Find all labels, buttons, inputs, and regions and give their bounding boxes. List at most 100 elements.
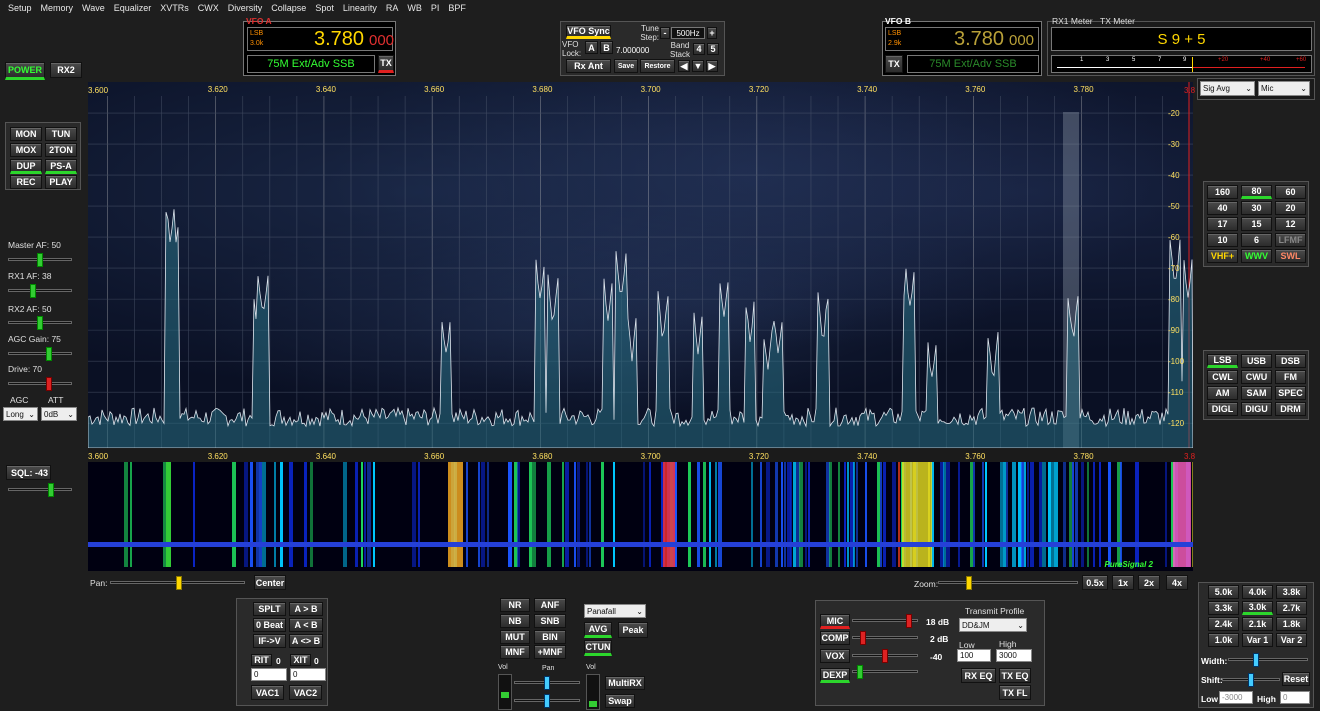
mode-button[interactable]: DSB <box>1275 354 1306 368</box>
sql-button[interactable]: SQL: -43 <box>6 465 51 480</box>
tun-button[interactable]: TUN <box>45 127 77 141</box>
band-button[interactable]: 15 <box>1241 217 1272 231</box>
band-button[interactable]: 20 <box>1275 201 1306 215</box>
rx-ant-button[interactable]: Rx Ant <box>566 59 611 73</box>
zoom-1x-button[interactable]: 1x <box>1112 575 1134 590</box>
filter-button[interactable]: 1.8k <box>1276 617 1307 631</box>
tx-low-input[interactable]: 100 <box>957 649 991 662</box>
filter-button[interactable]: 4.0k <box>1242 585 1273 599</box>
rx1-af-slider[interactable] <box>8 284 72 298</box>
filter-button[interactable]: 1.0k <box>1208 633 1239 647</box>
mode-button[interactable]: DRM <box>1275 402 1306 416</box>
bin-button[interactable]: BIN <box>534 630 566 644</box>
avg-button[interactable]: AVG <box>584 622 612 638</box>
band-button[interactable]: WWV <box>1241 249 1272 263</box>
menu-wb[interactable]: WB <box>407 3 422 13</box>
band-button[interactable]: SWL <box>1275 249 1306 263</box>
psa-button[interactable]: PS-A <box>45 159 77 174</box>
filter-button[interactable]: 5.0k <box>1208 585 1239 599</box>
tx-high-input[interactable]: 3000 <box>996 649 1032 662</box>
band-button[interactable]: 6 <box>1241 233 1272 247</box>
menu-setup[interactable]: Setup <box>8 3 32 13</box>
shift-slider[interactable] <box>1222 673 1280 687</box>
rit-button[interactable]: RIT <box>251 654 272 666</box>
mode-button[interactable]: USB <box>1241 354 1272 368</box>
if-to-v-button[interactable]: IF->V <box>253 634 286 648</box>
mode-button[interactable]: DIGU <box>1241 402 1272 416</box>
nb-button[interactable]: NB <box>500 614 530 628</box>
band-button[interactable]: VHF+ <box>1207 249 1238 263</box>
filter-button[interactable]: Var 2 <box>1276 633 1307 647</box>
power-button[interactable]: POWER <box>5 62 45 80</box>
width-slider[interactable] <box>1228 653 1308 667</box>
swap-ab-button[interactable]: A <> B <box>289 634 323 648</box>
menu-cwx[interactable]: CWX <box>198 3 219 13</box>
menu-linearity[interactable]: Linearity <box>343 3 377 13</box>
mic-gain-slider[interactable] <box>852 614 918 628</box>
mode-button[interactable]: FM <box>1275 370 1306 384</box>
band-button[interactable]: 40 <box>1207 201 1238 215</box>
mon-button[interactable]: MON <box>10 127 42 141</box>
snb-button[interactable]: SNB <box>534 614 566 628</box>
menu-spot[interactable]: Spot <box>315 3 334 13</box>
mode-button[interactable]: SAM <box>1241 386 1272 400</box>
zoom-slider[interactable] <box>938 576 1078 590</box>
band-button[interactable]: 160 <box>1207 185 1238 199</box>
vfo-sync-button[interactable]: VFO Sync <box>566 25 611 39</box>
filter-button[interactable]: 3.3k <box>1208 601 1239 615</box>
agc-gain-slider[interactable] <box>8 347 72 361</box>
zoom-2x-button[interactable]: 2x <box>1138 575 1160 590</box>
play-button[interactable]: PLAY <box>45 175 77 189</box>
rx-pan-slider[interactable] <box>514 676 580 690</box>
transmit-profile-select[interactable]: DD&JM ⌄ <box>959 618 1027 632</box>
xit-input[interactable]: 0 <box>290 668 326 681</box>
mode-button[interactable]: AM <box>1207 386 1238 400</box>
step-minus-button[interactable]: - <box>660 27 670 39</box>
xit-button[interactable]: XIT <box>290 654 311 666</box>
sub-vol-slider[interactable] <box>586 674 600 710</box>
plus-mnf-button[interactable]: +MNF <box>534 645 566 659</box>
rx-pan-slider-2[interactable] <box>514 694 580 708</box>
dexp-button[interactable]: DEXP <box>820 668 850 683</box>
rx-eq-button[interactable]: RX EQ <box>961 668 996 683</box>
sql-slider[interactable] <box>8 483 72 497</box>
comp-button[interactable]: COMP <box>820 631 850 645</box>
menu-equalizer[interactable]: Equalizer <box>114 3 152 13</box>
att-select[interactable]: 0dB ⌄ <box>41 407 77 421</box>
pan-slider[interactable] <box>110 576 245 590</box>
vfo-a-tx-button[interactable]: TX <box>378 55 394 73</box>
band-button[interactable]: 10 <box>1207 233 1238 247</box>
mode-button[interactable]: LSB <box>1207 354 1238 368</box>
zoom-4x-button[interactable]: 4x <box>1166 575 1188 590</box>
display-mode-select[interactable]: Panafall ⌄ <box>584 604 646 618</box>
tx-eq-button[interactable]: TX EQ <box>999 668 1031 683</box>
menu-ra[interactable]: RA <box>386 3 399 13</box>
menu-collapse[interactable]: Collapse <box>271 3 306 13</box>
filter-button[interactable]: 2.1k <box>1242 617 1273 631</box>
tx-fl-button[interactable]: TX FL <box>999 685 1031 700</box>
mut-button[interactable]: MUT <box>500 630 530 644</box>
filter-high-input[interactable]: 0 <box>1280 691 1310 704</box>
2ton-button[interactable]: 2TON <box>45 143 77 157</box>
master-af-slider[interactable] <box>8 253 72 267</box>
mnf-button[interactable]: MNF <box>500 645 530 659</box>
a-to-b-button[interactable]: A > B <box>289 602 323 616</box>
rx2-button[interactable]: RX2 <box>50 62 82 78</box>
band-button[interactable]: 17 <box>1207 217 1238 231</box>
mode-button[interactable]: CWL <box>1207 370 1238 384</box>
peak-button[interactable]: Peak <box>618 622 648 638</box>
band-stack-5[interactable]: 5 <box>707 43 719 55</box>
rec-button[interactable]: REC <box>10 175 42 189</box>
rx2-af-slider[interactable] <box>8 316 72 330</box>
filter-low-input[interactable]: -3000 <box>1219 691 1253 704</box>
band-stack-4[interactable]: 4 <box>693 43 705 55</box>
filter-button[interactable]: 2.4k <box>1208 617 1239 631</box>
dup-button[interactable]: DUP <box>10 159 42 174</box>
filter-button[interactable]: 2.7k <box>1276 601 1307 615</box>
split-button[interactable]: SPLT <box>253 602 286 616</box>
menu-diversity[interactable]: Diversity <box>228 3 263 13</box>
band-button[interactable]: 80 <box>1241 185 1272 199</box>
ctun-button[interactable]: CTUN <box>584 640 612 656</box>
anf-button[interactable]: ANF <box>534 598 566 612</box>
band-stack-prev-button[interactable]: ◀ <box>678 60 690 72</box>
